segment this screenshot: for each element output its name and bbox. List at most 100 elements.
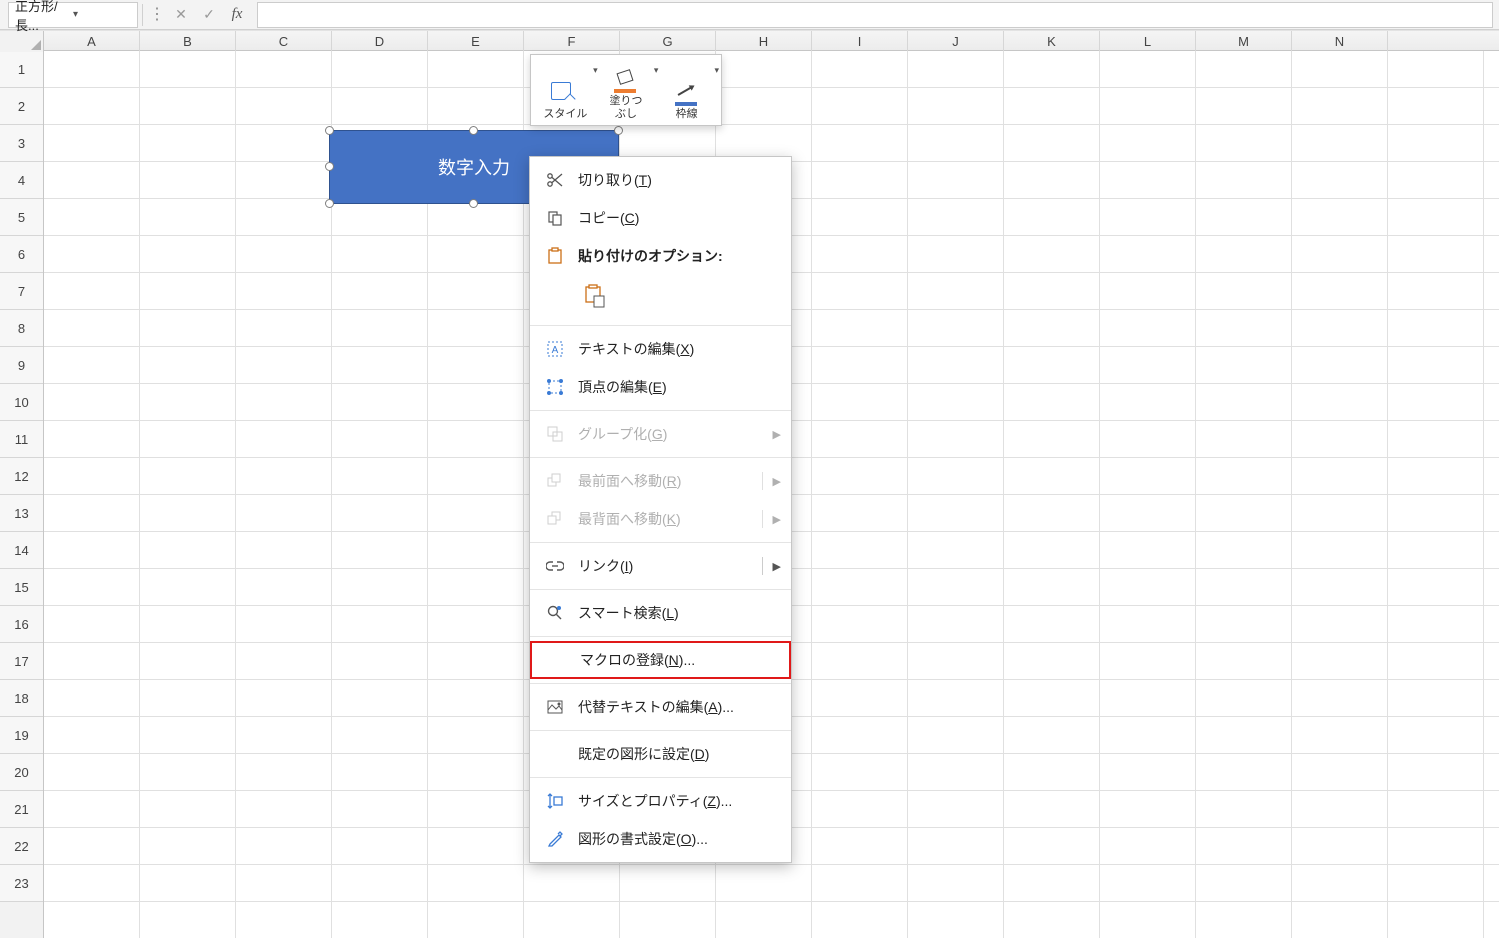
menu-assign-macro[interactable]: マクロの登録(N)... [532, 643, 789, 677]
row-header[interactable]: 15 [0, 569, 43, 606]
row-header[interactable]: 19 [0, 717, 43, 754]
column-header[interactable]: N [1292, 31, 1388, 52]
row-header[interactable]: 12 [0, 458, 43, 495]
menu-label: 頂点の編集(E) [578, 377, 667, 397]
submenu-arrow-icon: ▶ [773, 560, 781, 573]
edit-points-icon [542, 377, 568, 397]
clipboard-paste-icon [584, 284, 606, 308]
menu-edit-points[interactable]: 頂点の編集(E) [530, 368, 791, 406]
row-header[interactable]: 20 [0, 754, 43, 791]
menu-copy[interactable]: コピー(C) [530, 199, 791, 237]
column-headers: A B C D E F G H I J K L M N [0, 30, 1499, 51]
menu-label: 図形の書式設定(O)... [578, 829, 708, 849]
name-box[interactable]: 正方形/長... ▾ [8, 2, 138, 28]
blank-icon [542, 744, 568, 764]
fx-icon: fx [232, 6, 243, 23]
submenu-arrow-icon: ▶ [773, 428, 781, 441]
menu-label: 最背面へ移動(K) [578, 509, 681, 529]
column-header[interactable]: J [908, 31, 1004, 52]
menu-set-default-shape[interactable]: 既定の図形に設定(D) [530, 735, 791, 773]
resize-handle-icon[interactable] [614, 126, 623, 135]
insert-function-button[interactable]: fx [223, 2, 251, 28]
column-header[interactable]: L [1100, 31, 1196, 52]
paste-options-row [530, 275, 791, 321]
row-header[interactable]: 21 [0, 791, 43, 828]
menu-cut[interactable]: 切り取り(T) [530, 161, 791, 199]
blank-icon [544, 650, 570, 670]
column-header[interactable]: A [44, 31, 140, 52]
column-header[interactable]: E [428, 31, 524, 52]
formula-bar-handle-icon[interactable]: ⋮ [147, 8, 167, 22]
menu-send-to-back: 最背面へ移動(K) ▶ [530, 500, 791, 538]
row-header[interactable]: 10 [0, 384, 43, 421]
paint-bucket-icon [612, 69, 640, 93]
row-header[interactable]: 9 [0, 347, 43, 384]
shape-outline-button[interactable]: 枠線 ▾ [656, 59, 717, 121]
row-header[interactable]: 5 [0, 199, 43, 236]
column-header[interactable]: H [716, 31, 812, 52]
resize-handle-icon[interactable] [325, 126, 334, 135]
split-divider-icon [762, 510, 763, 528]
resize-handle-icon[interactable] [325, 162, 334, 171]
row-header[interactable]: 1 [0, 51, 43, 88]
row-header[interactable]: 11 [0, 421, 43, 458]
row-header[interactable]: 4 [0, 162, 43, 199]
row-header[interactable]: 2 [0, 88, 43, 125]
row-header[interactable]: 23 [0, 865, 43, 902]
clipboard-icon [542, 246, 568, 266]
row-header[interactable]: 3 [0, 125, 43, 162]
column-header[interactable]: I [812, 31, 908, 52]
column-header[interactable]: K [1004, 31, 1100, 52]
name-box-text: 正方形/長... [15, 0, 73, 34]
shape-fill-label: 塗りつ ぶし [609, 95, 642, 121]
size-properties-icon [542, 791, 568, 811]
menu-smart-lookup[interactable]: スマート検索(L) [530, 594, 791, 632]
menu-separator [530, 730, 791, 731]
group-icon [542, 424, 568, 444]
menu-separator [530, 636, 791, 637]
column-header[interactable]: F [524, 31, 620, 52]
paste-option-default[interactable] [578, 279, 612, 313]
name-box-dropdown-icon[interactable]: ▾ [73, 9, 131, 20]
mini-toolbar: スタイル ▾ 塗りつ ぶし ▾ 枠線 ▾ [530, 54, 722, 126]
column-header[interactable]: M [1196, 31, 1292, 52]
menu-group: グループ化(G) ▶ [530, 415, 791, 453]
resize-handle-icon[interactable] [325, 199, 334, 208]
resize-handle-icon[interactable] [469, 126, 478, 135]
shape-style-label: スタイル [543, 108, 587, 121]
menu-edit-text[interactable]: A テキストの編集(X) [530, 330, 791, 368]
confirm-edit-button[interactable]: ✓ [195, 2, 223, 28]
row-header[interactable]: 8 [0, 310, 43, 347]
menu-format-shape[interactable]: 図形の書式設定(O)... [530, 820, 791, 858]
menu-label: コピー(C) [578, 208, 639, 228]
format-shape-icon [542, 829, 568, 849]
row-header[interactable]: 17 [0, 643, 43, 680]
context-menu: 切り取り(T) コピー(C) 貼り付けのオプション: A テキストの編集(X) [529, 156, 792, 863]
formula-input[interactable] [257, 2, 1493, 28]
resize-handle-icon[interactable] [469, 199, 478, 208]
chevron-down-icon[interactable]: ▾ [714, 65, 719, 76]
row-header[interactable]: 13 [0, 495, 43, 532]
cancel-icon: ✕ [175, 6, 187, 23]
row-header[interactable]: 18 [0, 680, 43, 717]
menu-link[interactable]: リンク(I) ▶ [530, 547, 791, 585]
shape-fill-button[interactable]: 塗りつ ぶし ▾ [596, 59, 657, 121]
column-header[interactable]: C [236, 31, 332, 52]
column-header[interactable]: D [332, 31, 428, 52]
select-all-corner[interactable] [0, 31, 44, 52]
row-header[interactable]: 22 [0, 828, 43, 865]
row-header[interactable]: 16 [0, 606, 43, 643]
cancel-edit-button[interactable]: ✕ [167, 2, 195, 28]
row-header[interactable]: 14 [0, 532, 43, 569]
row-header[interactable]: 7 [0, 273, 43, 310]
column-header[interactable]: G [620, 31, 716, 52]
menu-size-properties[interactable]: サイズとプロパティ(Z)... [530, 782, 791, 820]
menu-label: 最前面へ移動(R) [578, 471, 681, 491]
bring-front-icon [542, 471, 568, 491]
column-header[interactable]: B [140, 31, 236, 52]
shape-style-button[interactable]: スタイル ▾ [535, 59, 596, 121]
menu-edit-alt-text[interactable]: 代替テキストの編集(A)... [530, 688, 791, 726]
shape-outline-label: 枠線 [676, 108, 698, 121]
menu-label: マクロの登録(N)... [580, 650, 695, 670]
row-header[interactable]: 6 [0, 236, 43, 273]
